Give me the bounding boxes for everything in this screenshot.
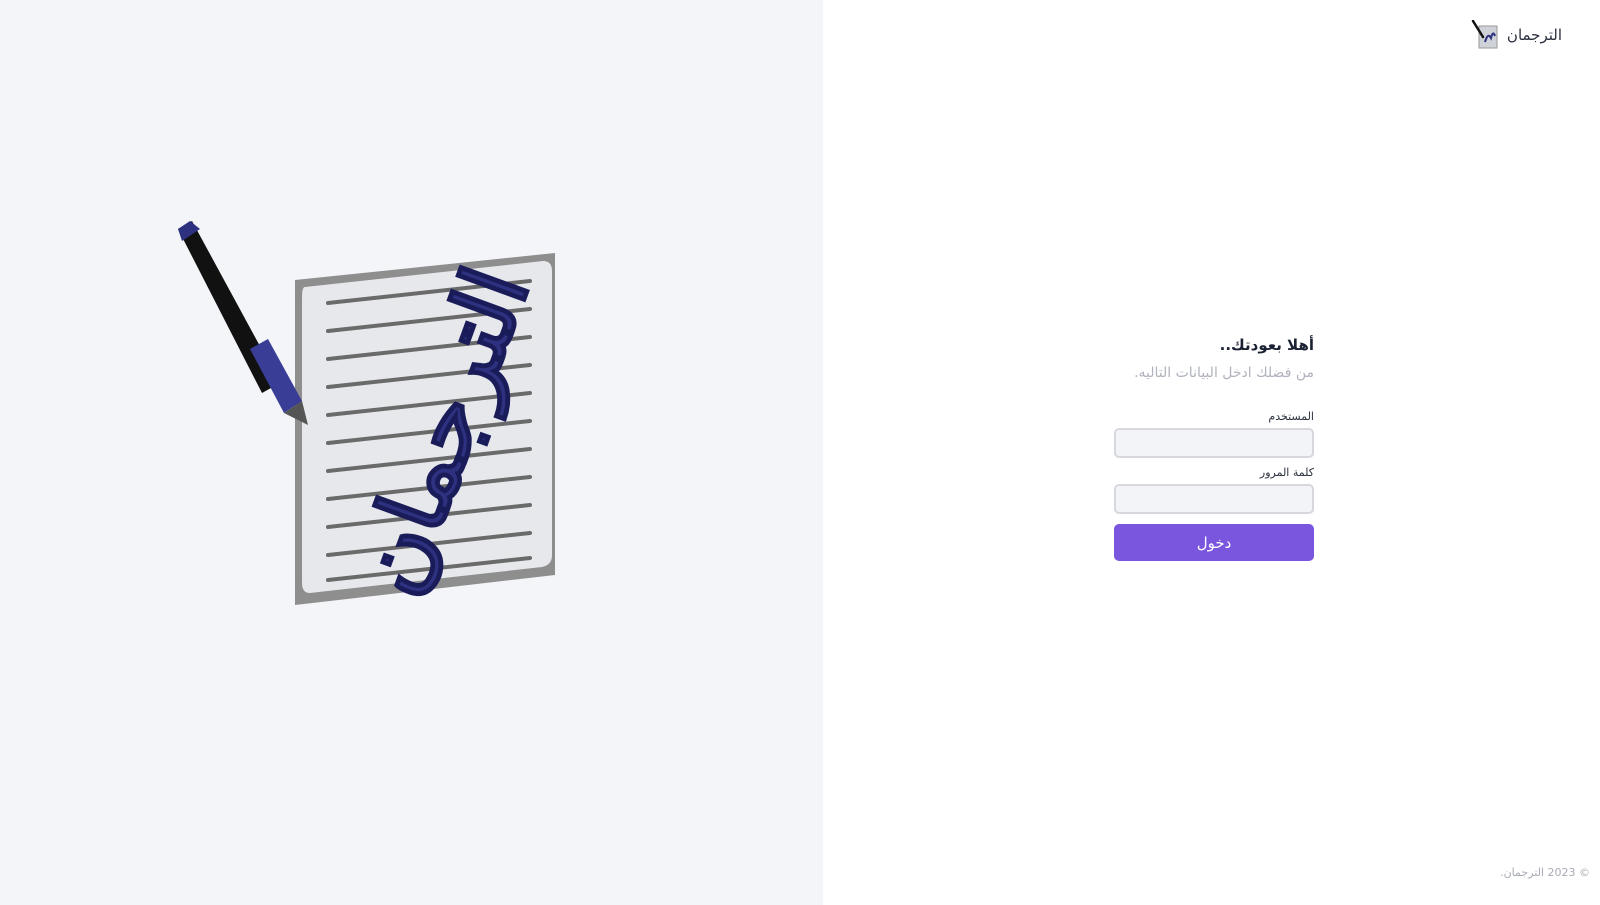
welcome-heading: أهلا بعودتك.. <box>1219 336 1314 354</box>
pen-and-paper-illustration: الترجمان <box>178 221 555 610</box>
brand-header[interactable]: الترجمان <box>1471 20 1562 50</box>
translator-logo-icon <box>1471 20 1498 49</box>
illustration-panel: الترجمان <box>0 0 823 905</box>
pen-icon <box>178 221 308 425</box>
login-subtitle: من فضلك ادخل البيانات التاليه. <box>1134 365 1314 381</box>
brand-name: الترجمان <box>1506 26 1562 44</box>
password-input[interactable] <box>1114 484 1314 514</box>
login-form: أهلا بعودتك.. من فضلك ادخل البيانات التا… <box>1114 334 1314 561</box>
copyright-footer: © 2023 الترجمان. <box>1500 866 1590 879</box>
username-input[interactable] <box>1114 428 1314 458</box>
password-label: كلمة المرور <box>1259 466 1314 479</box>
login-button[interactable]: دخول <box>1114 524 1314 561</box>
username-label: المستخدم <box>1268 410 1314 423</box>
